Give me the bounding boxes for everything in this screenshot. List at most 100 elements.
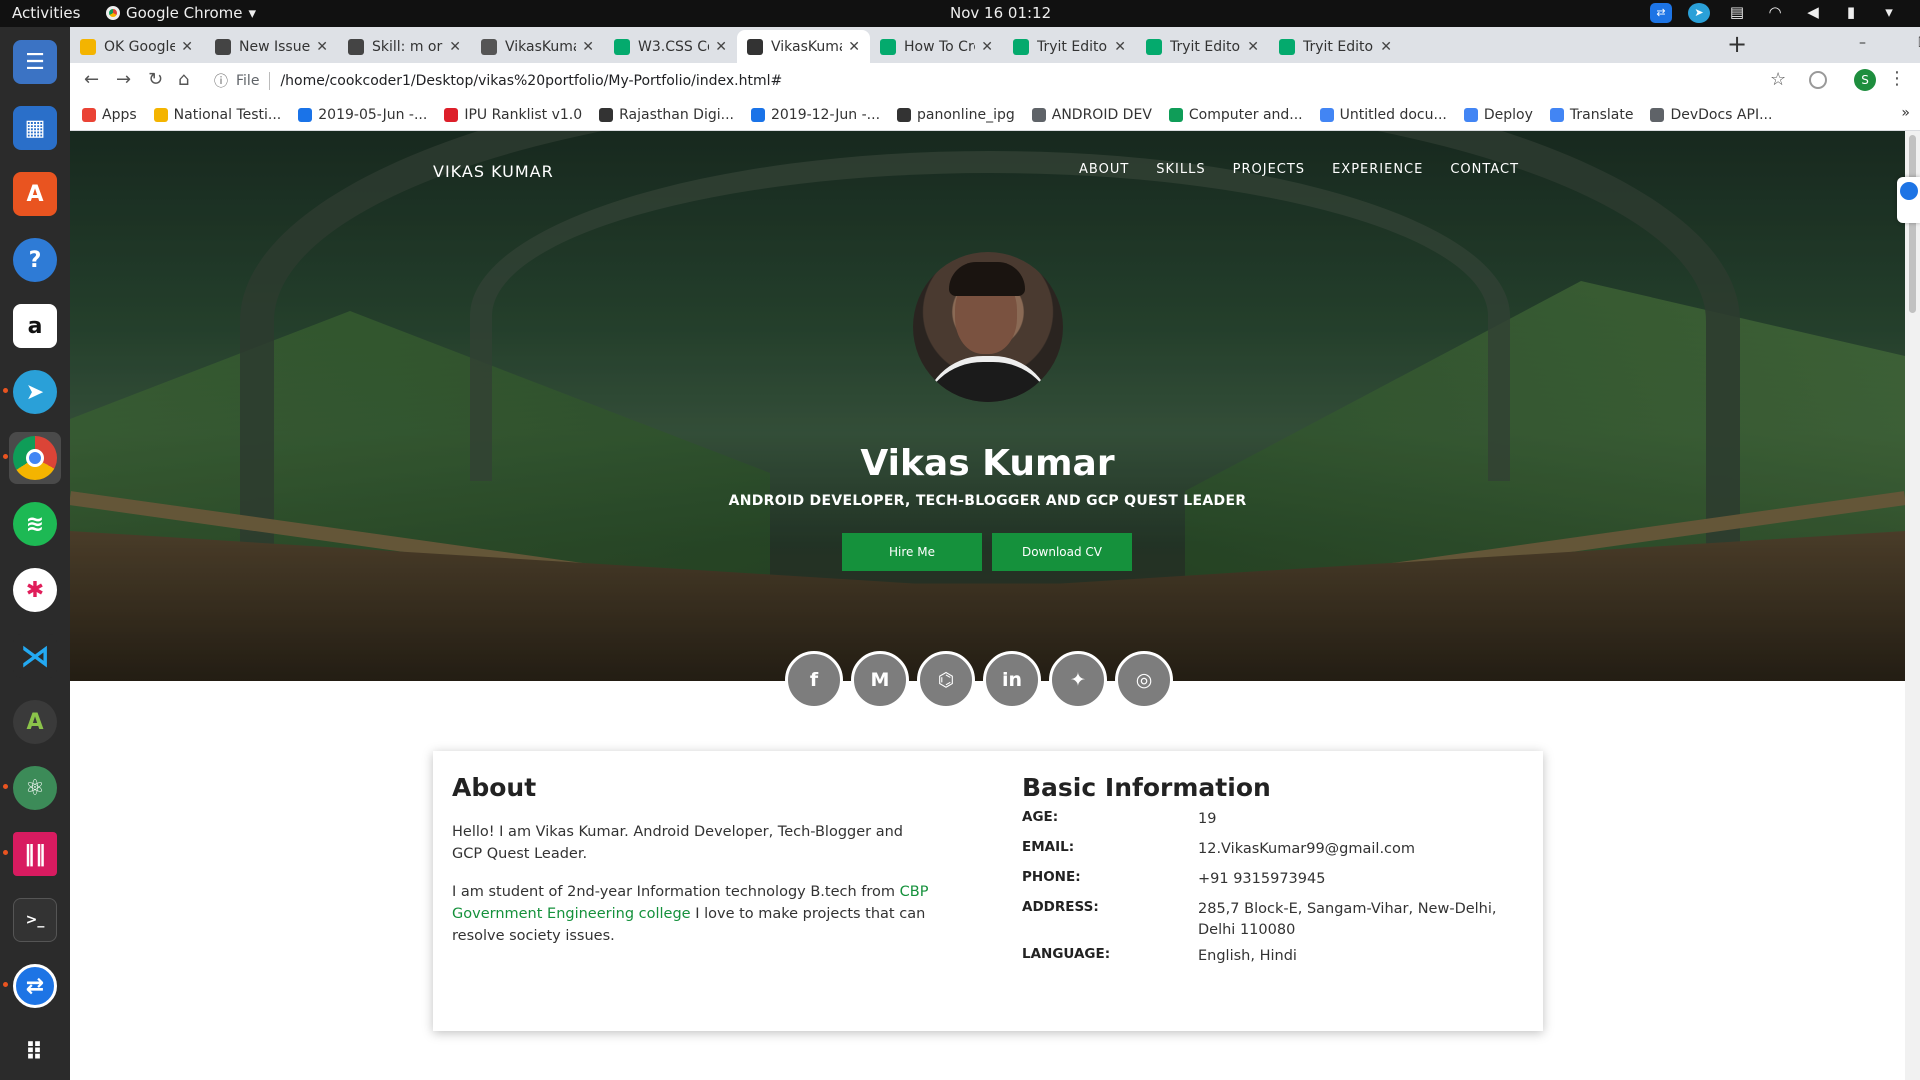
bookmark-item[interactable]: ANDROID DEV [1031,106,1152,123]
twitter-button[interactable]: ✦ [1049,651,1107,709]
page-scrollbar[interactable] [1905,131,1920,1080]
tab-title: Tryit Editor v3. [1303,38,1374,55]
github-button[interactable]: ⌬ [917,651,975,709]
url-text[interactable]: /home/cookcoder1/Desktop/vikas%20portfol… [280,73,782,89]
dock-item-chrome[interactable] [9,432,61,484]
browser-tab[interactable]: OK Google! Sp✕ [70,30,203,63]
bookmark-item[interactable]: Apps [82,107,137,123]
reload-icon[interactable]: ↻ [148,69,163,90]
bookmark-item[interactable]: DevDocs API... [1650,107,1772,123]
bookmark-item[interactable]: Rajasthan Digi... [599,107,734,123]
app-menu[interactable]: Google Chrome ▾ [106,4,256,22]
bookmark-item[interactable]: Computer and... [1168,107,1303,123]
bookmark-label: ANDROID DEV [1051,106,1152,123]
site-info-icon[interactable]: ⓘ [214,71,228,91]
bookmark-item[interactable]: Deploy [1463,107,1533,123]
browser-tab[interactable]: How To Create✕ [870,30,1003,63]
volume-icon[interactable]: ◀ [1802,3,1824,23]
dock-item-atom[interactable]: ⚛ [9,762,61,814]
bookmark-item[interactable]: panonline_ipg [897,107,1015,123]
nav-link-about[interactable]: ABOUT [1079,162,1129,177]
tab-close-icon[interactable]: ✕ [1108,39,1126,55]
back-icon[interactable]: ← [84,69,99,90]
address-bar[interactable]: ⓘ File /home/cookcoder1/Desktop/vikas%20… [214,66,1854,96]
nav-link-projects[interactable]: PROJECTS [1233,162,1305,177]
instagram-button[interactable]: ◎ [1115,651,1173,709]
bookmark-item[interactable]: IPU Ranklist v1.0 [444,107,582,123]
telegram-tray-icon[interactable]: ➤ [1688,3,1710,23]
bookmark-item[interactable]: 2019-05-Jun -... [298,107,427,123]
activities-button[interactable]: Activities [12,4,80,22]
battery-icon[interactable]: ▮ [1840,3,1862,23]
clipboard-tray-icon[interactable]: ▤ [1726,3,1748,23]
dock-item-gitkraken[interactable]: ‖‖ [9,828,61,880]
linkedin-button[interactable]: in [983,651,1041,709]
medium-button[interactable]: M [851,651,909,709]
tab-close-icon[interactable]: ✕ [709,39,727,55]
download-cv-button[interactable]: Download CV [992,533,1132,571]
nav-brand[interactable]: VIKAS KUMAR [433,162,554,181]
dock-item-terminal[interactable]: >_ [9,894,61,946]
teamviewer-side-handle[interactable] [1897,177,1920,223]
nav-link-experience[interactable]: EXPERIENCE [1332,162,1423,177]
nav-link-skills[interactable]: SKILLS [1156,162,1205,177]
new-tab-button[interactable]: + [1727,30,1747,58]
tab-close-icon[interactable]: ✕ [310,39,328,55]
facebook-button[interactable]: f [785,651,843,709]
tab-close-icon[interactable]: ✕ [975,39,993,55]
tab-close-icon[interactable]: ✕ [1241,39,1259,55]
browser-tab[interactable]: Skill: m or f · Is✕ [338,30,471,63]
browser-tab[interactable]: Tryit Editor v3.✕ [1136,30,1269,63]
bookmark-item[interactable]: National Testi... [153,107,281,123]
bookmarks-overflow-icon[interactable]: » [1901,105,1910,121]
scrollbar-thumb[interactable] [1909,135,1916,313]
tab-close-icon[interactable]: ✕ [576,39,594,55]
chevron-down-icon: ▾ [248,4,257,22]
bookmarks-bar: Apps National Testi... 2019-05-Jun -... IPU… [70,99,1920,131]
browser-tab[interactable]: VikasKumar.co✕ [471,30,604,63]
home-icon[interactable]: ⌂ [178,69,189,90]
bookmark-star-icon[interactable]: ☆ [1770,69,1786,90]
dock-item-document[interactable]: ▦ [9,102,61,154]
dock-item-help[interactable]: ? [9,234,61,286]
dock-item-telegram[interactable]: ➤ [9,366,61,418]
dock-item-teamviewer[interactable]: ⇄ [9,960,61,1012]
tab-favicon-icon [215,38,231,55]
bookmark-item[interactable]: 2019-12-Jun -... [750,107,880,123]
tab-close-icon[interactable]: ✕ [1374,39,1392,55]
browser-tab[interactable]: New Issue · Vik✕ [205,30,338,63]
dock-item-spotify[interactable]: ≋ [9,498,61,550]
tab-close-icon[interactable]: ✕ [842,39,860,55]
wifi-icon[interactable]: ◠ [1764,3,1786,23]
forward-icon[interactable]: → [116,69,131,90]
show-applications-button[interactable]: ⠿ [9,1026,61,1078]
nav-link-contact[interactable]: CONTACT [1450,162,1519,177]
browser-menu-icon[interactable]: ⋮ [1888,68,1906,89]
extension-icon[interactable] [1809,71,1827,89]
dock-item-notes[interactable]: ☰ [9,36,61,88]
bookmark-item[interactable]: Translate [1549,107,1633,123]
system-menu-icon[interactable]: ▾ [1878,3,1900,23]
dock-item-slack[interactable]: ✱ [9,564,61,616]
tab-close-icon[interactable]: ✕ [175,39,193,55]
hire-me-button[interactable]: Hire Me [842,533,982,571]
minimize-button[interactable]: – [1859,35,1866,51]
bookmark-label: Apps [102,106,137,123]
dock-item-vscode[interactable]: ⋊ [9,630,61,682]
browser-tab[interactable]: VikasKumar.co✕ [737,30,870,63]
browser-tab[interactable]: Tryit Editor v3.✕ [1003,30,1136,63]
dock-item-android-studio[interactable]: A [9,696,61,748]
teamviewer-tray-icon[interactable]: ⇄ [1650,3,1672,23]
system-tray[interactable]: ⇄ ➤ ▤ ◠ ◀ ▮ ▾ [1650,3,1900,23]
url-scheme: File [236,73,260,89]
profile-avatar[interactable]: S [1854,69,1876,91]
dock-item-software[interactable]: A [9,168,61,220]
browser-tab[interactable]: W3.CSS Contai✕ [604,30,737,63]
amazon-icon: a [13,304,57,348]
bookmark-item[interactable]: Untitled docu... [1319,107,1447,123]
instagram-icon: ◎ [1135,669,1153,691]
dock-item-amazon[interactable]: a [9,300,61,352]
clock[interactable]: Nov 16 01:12 [950,4,1051,22]
browser-tab[interactable]: Tryit Editor v3.✕ [1269,30,1402,63]
tab-close-icon[interactable]: ✕ [443,39,461,55]
